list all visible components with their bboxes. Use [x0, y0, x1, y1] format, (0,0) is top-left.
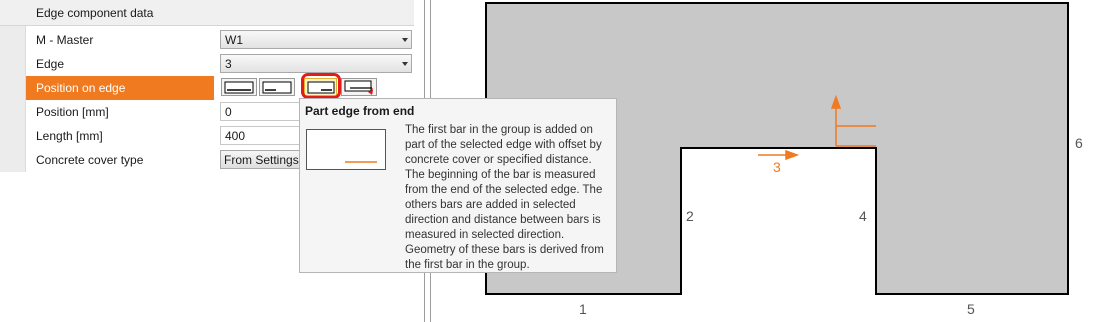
- master-label: M - Master: [36, 33, 94, 47]
- part-edge-from-end-icon: [345, 161, 377, 163]
- tooltip-line: Geometry of these bars is derived from: [405, 244, 604, 256]
- edge-label-6: 6: [1075, 135, 1083, 151]
- group-title: Edge component data: [36, 6, 154, 20]
- edge-label-4: 4: [859, 208, 867, 224]
- edge-label-5: 5: [967, 301, 975, 317]
- tooltip-line: The first bar in the group is added on: [405, 124, 593, 136]
- whole-edge-button[interactable]: [221, 78, 257, 96]
- chevron-down-icon: [402, 62, 408, 66]
- part-edge-from-start-button[interactable]: [259, 78, 295, 96]
- chevron-down-icon: [402, 38, 408, 42]
- tooltip-line: The beginning of the bar is measured: [405, 169, 596, 181]
- cover-type-button[interactable]: From Settings: [220, 150, 300, 169]
- position-value: 0: [225, 105, 232, 119]
- master-value: W1: [225, 33, 243, 47]
- tooltip: Part edge from end The first bar in the …: [299, 98, 617, 273]
- tooltip-line: from the end of the selected edge. The: [405, 184, 603, 196]
- length-label: Length [mm]: [36, 129, 103, 143]
- tooltip-line: the first bar in the group.: [405, 259, 530, 271]
- selection-highlight-ring: [301, 73, 341, 99]
- edge-value: 3: [225, 57, 232, 71]
- cover-value: From Settings: [224, 153, 299, 167]
- position-label: Position [mm]: [36, 105, 109, 119]
- tooltip-title: Part edge from end: [305, 104, 415, 118]
- edge-dropdown[interactable]: 3: [220, 54, 412, 73]
- tooltip-line: part of the selected edge with offset by: [405, 139, 602, 151]
- edge-label-2: 2: [686, 208, 694, 224]
- tooltip-preview-image: [306, 129, 386, 170]
- part-edge-from-start-icon: [262, 81, 292, 94]
- tooltip-line: concrete cover or specified distance.: [405, 154, 592, 166]
- edge-direction-arrow: [758, 149, 800, 161]
- part-edge-bent-button[interactable]: [341, 78, 377, 96]
- cover-label: Concrete cover type: [36, 153, 144, 167]
- tooltip-description: The first bar in the group is added on p…: [405, 123, 613, 273]
- tooltip-line: direction and distance between bars is: [405, 214, 601, 226]
- part-edge-bent-icon: [344, 80, 373, 95]
- master-dropdown[interactable]: W1: [220, 30, 412, 49]
- property-row-position-on-edge[interactable]: Position on edge: [26, 76, 214, 100]
- edge-label: Edge: [36, 57, 65, 71]
- whole-edge-icon: [224, 81, 254, 94]
- length-value: 400: [225, 129, 246, 143]
- edge-label-3: 3: [773, 159, 781, 175]
- group-header[interactable]: Edge component data: [0, 0, 414, 26]
- row-gutter: [0, 26, 26, 172]
- position-on-edge-label: Position on edge: [36, 81, 126, 95]
- edge-label-1: 1: [579, 301, 587, 317]
- tooltip-line: others bars are added in selected: [405, 199, 576, 211]
- tooltip-line: measured in selected direction.: [405, 229, 565, 241]
